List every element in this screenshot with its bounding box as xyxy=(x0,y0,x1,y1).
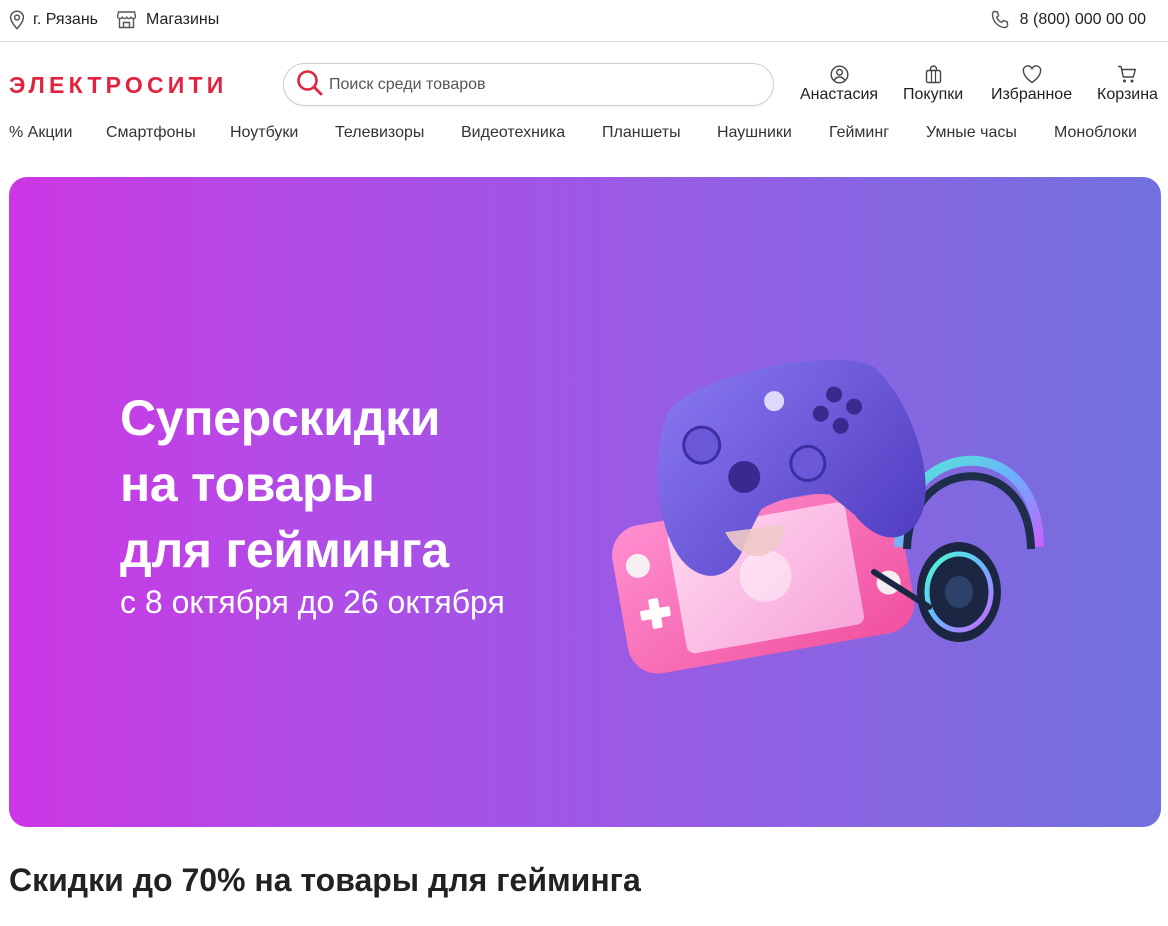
hero-title-line: для гейминга xyxy=(120,522,449,578)
profile-button[interactable]: Анастасия xyxy=(800,65,878,104)
category-tvs[interactable]: Телевизоры xyxy=(335,124,424,142)
category-tablets[interactable]: Планшеты xyxy=(602,124,681,142)
city-selector[interactable]: г. Рязань xyxy=(9,10,98,30)
category-nav: % Акции Смартфоны Ноутбуки Телевизоры Ви… xyxy=(0,124,1168,148)
category-smartphones[interactable]: Смартфоны xyxy=(106,124,196,142)
phone-icon xyxy=(990,10,1020,30)
profile-label: Анастасия xyxy=(800,86,879,103)
section-title: Скидки до 70% на товары для гейминга xyxy=(9,862,641,898)
store-icon xyxy=(117,10,146,29)
category-all-in-one[interactable]: Моноблоки xyxy=(1054,124,1137,142)
cart-button[interactable]: Корзина xyxy=(1097,65,1158,104)
search-input[interactable] xyxy=(329,75,749,94)
category-promo[interactable]: % Акции xyxy=(9,124,72,142)
hero-title-line: Суперскидки xyxy=(120,390,441,446)
city-label: г. Рязань xyxy=(33,11,98,28)
heart-icon xyxy=(1022,65,1042,86)
bag-icon xyxy=(924,65,943,86)
orders-button[interactable]: Покупки xyxy=(903,65,963,104)
hero-product-image xyxy=(599,317,1059,702)
hero-title: Суперскидки на товары для гейминга xyxy=(120,385,449,583)
category-gaming[interactable]: Гейминг xyxy=(829,124,889,142)
orders-label: Покупки xyxy=(903,86,964,103)
hero-subtitle: с 8 октября до 26 октября xyxy=(120,584,505,620)
favorites-label: Избранное xyxy=(991,86,1073,103)
hero-banner[interactable]: Суперскидки на товары для гейминга с 8 о… xyxy=(9,177,1161,827)
logo[interactable]: ЭЛЕКТРОСИТИ xyxy=(9,72,227,99)
cart-label: Корзина xyxy=(1097,86,1158,103)
category-headphones[interactable]: Наушники xyxy=(717,124,792,142)
user-icon xyxy=(830,65,849,86)
category-smartwatches[interactable]: Умные часы xyxy=(926,124,1017,142)
phone-number: 8 (800) 000 00 00 xyxy=(1019,11,1146,28)
phone-link[interactable]: 8 (800) 000 00 00 xyxy=(990,10,1146,30)
location-pin-icon xyxy=(9,10,33,30)
search-bar[interactable] xyxy=(283,63,774,106)
category-video[interactable]: Видеотехника xyxy=(461,124,565,142)
top-bar: г. Рязань Магазины 8 (800) 000 00 00 xyxy=(0,0,1168,42)
favorites-button[interactable]: Избранное xyxy=(991,65,1072,104)
stores-link[interactable]: Магазины xyxy=(117,10,219,29)
category-laptops[interactable]: Ноутбуки xyxy=(230,124,298,142)
cart-icon xyxy=(1117,65,1137,86)
stores-label: Магазины xyxy=(146,10,220,28)
search-icon[interactable] xyxy=(296,69,329,101)
hero-title-line: на товары xyxy=(120,456,375,512)
